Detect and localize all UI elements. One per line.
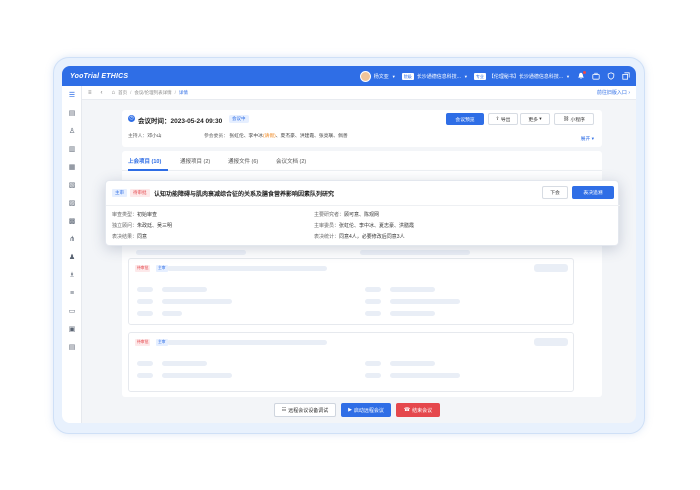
meeting-members: 参会委员： 张虹伦、李中冰(请假)、夏杰豪、洪建霞、张亮联、佩善 bbox=[204, 134, 348, 139]
org-tag: 院级 bbox=[401, 72, 414, 80]
principal-investigator: 主要研究者：顾可意、陈观网 bbox=[314, 212, 380, 218]
role-name: 【伦理秘书】长沙通德信息科技... bbox=[488, 73, 564, 80]
briefcase-icon[interactable] bbox=[591, 72, 600, 81]
monitor-icon[interactable]: ▣ bbox=[68, 326, 76, 334]
user-menu[interactable]: 杨文亚 ▼ bbox=[359, 70, 396, 82]
window-icon[interactable] bbox=[621, 72, 630, 81]
sidebar: ☰ ▤ ♙ ▥ ▦ ▧ ▨ ▩ ⋔ ♟ ♗ ≡ ▭ ▣ ▤ bbox=[62, 86, 82, 423]
hierarchy-icon[interactable]: ⋔ bbox=[68, 236, 76, 244]
active-tab-indicator bbox=[128, 169, 168, 171]
legacy-entry-link[interactable]: 前往旧版入口 › bbox=[597, 89, 630, 96]
start-remote-meeting-button[interactable]: ▶ 启动远程会议 bbox=[341, 403, 391, 417]
divider bbox=[106, 205, 620, 206]
project-popup-card: 主审 待审批 认知功能障碍与肌肉衰减综合征的关系及膳食营养影响因素队列研究 下会… bbox=[105, 180, 620, 246]
role-tag: 专业 bbox=[473, 72, 486, 80]
status-badge: 待审批 bbox=[135, 339, 151, 346]
person-icon[interactable]: ♟ bbox=[68, 254, 76, 262]
review-type: 审查类型：初始审查 bbox=[112, 212, 158, 218]
tab-bar: 上会项目 (10) 通报项目 (2) 通报文件 (6) 会议文档 (2) bbox=[122, 151, 602, 171]
back-icon[interactable]: ‹ bbox=[101, 90, 103, 96]
vote-trace-button[interactable]: 表决追溯 bbox=[572, 186, 614, 199]
breadcrumb-current: 详情 bbox=[178, 89, 188, 95]
window-list-icon[interactable]: ▭ bbox=[68, 308, 76, 316]
placeholder-button bbox=[534, 338, 568, 346]
shield-icon[interactable] bbox=[606, 72, 615, 81]
contact-icon[interactable]: ♗ bbox=[68, 272, 76, 280]
tab-meeting-docs[interactable]: 会议文档 (2) bbox=[276, 157, 306, 165]
clipboard-icon[interactable]: ▦ bbox=[68, 164, 76, 172]
top-bar: YooTrial ETHICS 杨文亚 ▼ 院级 长沙通德信息科技... ▼ 专… bbox=[62, 66, 636, 86]
status-badge: 待审批 bbox=[135, 265, 151, 272]
meeting-info-card: ◷ 会议时间：2023-05-24 09:30 会议中 主持人：邓小山 参会委员… bbox=[122, 110, 602, 147]
calendar-icon[interactable]: ▨ bbox=[68, 200, 76, 208]
tab-report-files[interactable]: 通报文件 (6) bbox=[228, 157, 258, 165]
project-title[interactable]: 认知功能障碍与肌肉衰减综合征的关系及膳食营养影响因素队列研究 bbox=[154, 189, 334, 198]
next-meeting-button[interactable]: 下会 bbox=[542, 186, 568, 199]
clock-icon: ◷ bbox=[128, 115, 135, 122]
brand-logo: YooTrial ETHICS bbox=[70, 72, 129, 80]
mini-program-button[interactable]: ⛓ 小程序 bbox=[554, 113, 594, 125]
user-edit-icon[interactable]: ♙ bbox=[68, 128, 76, 136]
placeholder-line bbox=[167, 266, 327, 271]
home-icon[interactable]: ⌂ bbox=[112, 90, 116, 96]
breadcrumb: ≡ ‹ ⌂ 首页 / 会议/伦理列表详情 / 详情 前往旧版入口 › bbox=[82, 86, 636, 100]
chevron-down-icon: ▼ bbox=[463, 73, 468, 79]
user-name: 杨文亚 bbox=[373, 73, 389, 80]
status-badge: 待审批 bbox=[130, 189, 150, 197]
tab-meeting-projects[interactable]: 上会项目 (10) bbox=[128, 157, 161, 165]
chevron-down-icon: ▼ bbox=[391, 73, 396, 79]
document-icon[interactable]: ▤ bbox=[68, 110, 76, 118]
type-badge: 主审 bbox=[112, 189, 127, 197]
report-icon[interactable]: ▤ bbox=[68, 344, 76, 352]
bell-icon[interactable] bbox=[576, 69, 587, 81]
meeting-preview-button[interactable]: 会议预览 bbox=[446, 113, 484, 125]
meeting-host: 主持人：邓小山 bbox=[128, 134, 162, 139]
expand-link[interactable]: 展开 ▾ bbox=[581, 135, 594, 142]
org-switcher[interactable]: 院级 长沙通德信息科技... ▼ bbox=[401, 72, 468, 80]
inbox-icon[interactable]: ▩ bbox=[68, 218, 76, 226]
end-meeting-button[interactable]: ☎ 结束会议 bbox=[396, 403, 440, 417]
file-list-icon[interactable]: ▥ bbox=[68, 146, 76, 154]
notebook-icon[interactable]: ▧ bbox=[68, 182, 76, 190]
play-icon: ▶ bbox=[348, 407, 352, 413]
org-name: 长沙通德信息科技... bbox=[416, 73, 461, 80]
menu-grid-icon[interactable]: ☰ bbox=[68, 92, 76, 100]
collapse-icon[interactable]: ≡ bbox=[88, 90, 92, 96]
notification-badge bbox=[582, 69, 587, 75]
list-item[interactable]: 待审批 主审 bbox=[128, 258, 574, 325]
device-debug-button[interactable]: ☷ 远程会议设备调试 bbox=[274, 403, 336, 417]
type-badge: 主审 bbox=[156, 339, 168, 346]
more-button[interactable]: 更多 ▾ bbox=[520, 113, 550, 125]
vote-statistics: 表决统计：同意4人，必要修改后同意3人 bbox=[314, 234, 405, 240]
meeting-time: 会议时间：2023-05-24 09:30 bbox=[138, 118, 223, 125]
role-switcher[interactable]: 专业 【伦理秘书】长沙通德信息科技... ▼ bbox=[473, 72, 570, 80]
type-badge: 主审 bbox=[156, 265, 168, 272]
chevron-down-icon: ▼ bbox=[566, 73, 570, 79]
independent-advisor: 独立顾问：朱政廷、吴三明 bbox=[112, 223, 173, 229]
main-reviewers: 主审委员：张虹伦、李中冰、夏志豪、洪膳霞 bbox=[314, 223, 415, 229]
avatar bbox=[359, 70, 371, 82]
breadcrumb-item[interactable]: 会议/伦理列表详情 bbox=[134, 90, 171, 96]
hang-up-icon: ☎ bbox=[403, 407, 411, 413]
tab-report-projects[interactable]: 通报项目 (2) bbox=[180, 157, 210, 165]
vote-result: 表决结果：同意 bbox=[112, 234, 148, 240]
settings-icon: ☷ bbox=[281, 407, 287, 413]
placeholder-button bbox=[534, 264, 568, 272]
export-button[interactable]: ⇪ 导出 bbox=[488, 113, 518, 125]
status-badge: 会议中 bbox=[229, 115, 249, 123]
breadcrumb-item[interactable]: 首页 bbox=[118, 90, 127, 96]
sliders-icon[interactable]: ≡ bbox=[68, 290, 76, 298]
placeholder-line bbox=[167, 340, 327, 345]
list-item[interactable]: 待审批 主审 bbox=[128, 332, 574, 392]
